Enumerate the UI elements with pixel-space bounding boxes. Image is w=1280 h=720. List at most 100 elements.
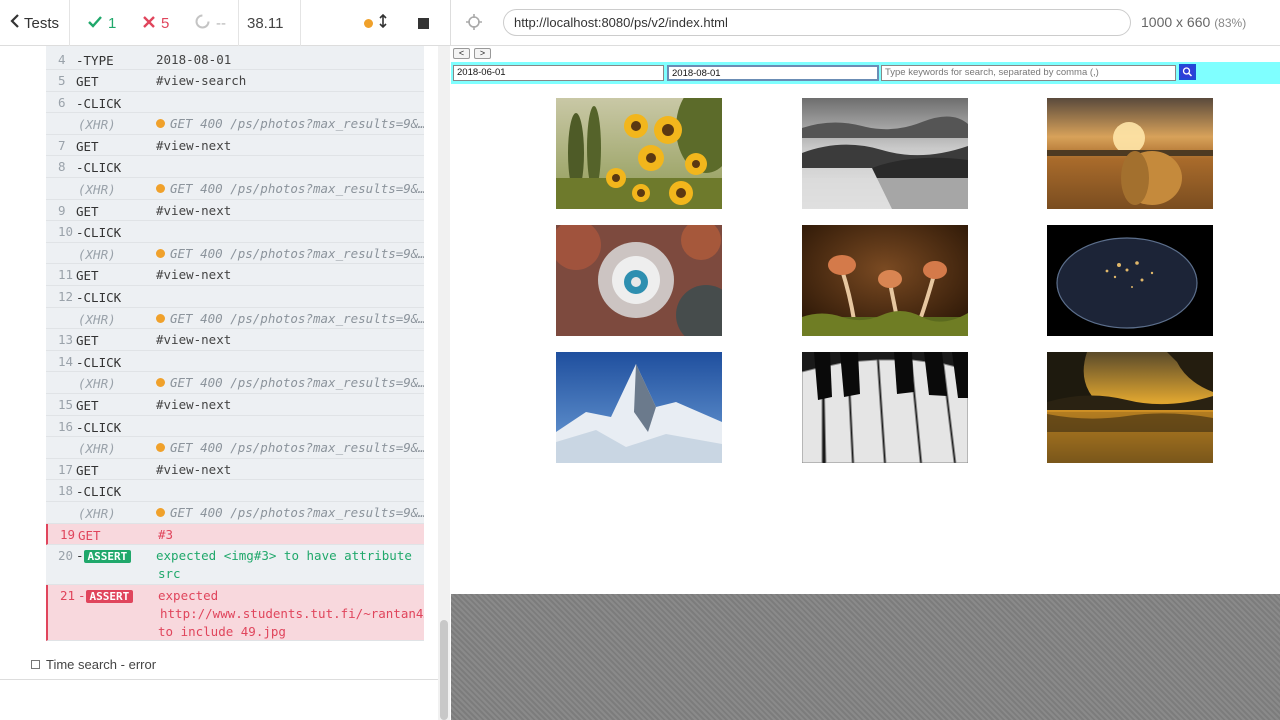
command-name: GET xyxy=(76,74,99,89)
command-name: -CLICK xyxy=(76,95,122,111)
auto-scroll-toggle[interactable] xyxy=(364,0,387,46)
command-message: GET 400 /ps/photos?max_results=9&… xyxy=(156,375,424,390)
command-name: GET xyxy=(76,268,99,284)
xhr-message-text: GET 400 /ps/photos?max_results=9&… xyxy=(170,440,424,456)
command-number: 5 xyxy=(58,73,66,88)
view-nav: < > xyxy=(453,48,491,59)
xhr-status-dot-icon xyxy=(156,248,165,258)
command-message: GET 400 /ps/photos?max_results=9&… xyxy=(156,116,424,131)
command-name: (XHR) xyxy=(78,441,116,457)
scrollbar-track[interactable] xyxy=(438,46,450,720)
photo-matterhorn[interactable] xyxy=(556,352,722,463)
command-number: 4 xyxy=(58,52,66,67)
stop-icon xyxy=(418,17,429,29)
command-message: 2018-08-01 xyxy=(156,52,232,67)
command-row[interactable]: 16 -CLICK xyxy=(46,416,424,438)
xhr-message-text: GET 400 /ps/photos?max_results=9&… xyxy=(170,310,424,326)
selector-playground-icon[interactable] xyxy=(465,13,483,31)
pending-count-value: -- xyxy=(216,14,226,32)
photo-hay-bale-sunset[interactable] xyxy=(1047,98,1213,209)
command-row[interactable]: 13 GET #view-next xyxy=(46,329,424,351)
pending-count: -- xyxy=(195,0,226,46)
command-row[interactable]: 5 GET #view-search xyxy=(46,70,424,92)
command-name: (XHR) xyxy=(78,182,116,197)
viewport-size: 1000 x 660 xyxy=(1141,14,1211,30)
command-name: -CLICK xyxy=(76,225,122,241)
search-button[interactable] xyxy=(1179,64,1196,80)
command-row[interactable]: 17 GET #view-next xyxy=(46,459,424,481)
xhr-message-text: GET 400 /ps/photos?max_results=9&… xyxy=(170,245,424,261)
date-from-input[interactable]: 2018-06-01 xyxy=(453,65,664,81)
command-row[interactable]: 4 -TYPE 2018-08-01 xyxy=(46,48,424,70)
photo-mushrooms[interactable] xyxy=(802,225,968,336)
command-name: (XHR) xyxy=(78,311,116,327)
xhr-log-row[interactable]: (XHR) GET 400 /ps/photos?max_results=9&… xyxy=(46,178,424,200)
xhr-message-text: GET 400 /ps/photos?max_results=9&… xyxy=(170,505,424,520)
stats-bar: Tests 1 5 -- 38.11 xyxy=(0,0,450,46)
command-message: #view-next xyxy=(156,332,232,348)
command-message: GET 400 /ps/photos?max_results=9&… xyxy=(156,440,424,455)
tests-label: Tests xyxy=(23,14,59,32)
photo-earth-at-night[interactable] xyxy=(1047,225,1213,336)
command-row[interactable]: 6 -CLICK xyxy=(46,92,424,114)
tests-back-button[interactable]: Tests xyxy=(0,0,70,46)
command-row[interactable]: 8 -CLICK xyxy=(46,156,424,178)
assert-row-fail[interactable]: 21- ASSERT expected http://www.students.tut… xyxy=(46,585,424,641)
command-name: -CLICK xyxy=(76,160,122,176)
xhr-log-row[interactable]: (XHR) GET 400 /ps/photos?max_results=9&… xyxy=(46,308,424,330)
assert-badge: ASSERT xyxy=(83,550,132,564)
command-row[interactable]: 9 GET #view-next xyxy=(46,200,424,222)
command-row[interactable]: 15 GET #view-next xyxy=(46,394,424,416)
command-name: (XHR) xyxy=(78,376,116,392)
photo-sunflowers[interactable] xyxy=(556,98,722,209)
command-row[interactable]: 12 -CLICK xyxy=(46,286,424,308)
command-name: (XHR) xyxy=(78,117,116,133)
next-button[interactable]: > xyxy=(474,48,491,59)
application-under-test: < > 2018-06-01 2018-08-01 Type keywords … xyxy=(451,46,1280,594)
photo-piano-keys[interactable] xyxy=(802,352,968,463)
command-name: GET xyxy=(76,333,99,349)
command-number: 13 xyxy=(58,332,74,348)
xhr-status-dot-icon xyxy=(156,443,165,453)
photo-misty-valley[interactable] xyxy=(802,98,968,209)
command-number: 16 xyxy=(58,418,74,434)
photo-sunset-lake[interactable] xyxy=(1047,352,1213,463)
command-name: -TYPE xyxy=(76,53,114,68)
photo-dandelion[interactable] xyxy=(556,225,722,336)
xhr-log-row[interactable]: (XHR) GET 400 /ps/photos?max_results=9&… xyxy=(46,502,424,524)
command-name: GET xyxy=(78,527,101,543)
xhr-log-row[interactable]: (XHR) GET 400 /ps/photos?max_results=9&… xyxy=(46,437,424,459)
url-field[interactable]: http://localhost:8080/ps/v2/index.html xyxy=(503,9,1131,36)
command-name: -CLICK xyxy=(76,484,122,500)
assert-row-pass[interactable]: 20- ASSERT expected <img#3> to have attrib… xyxy=(46,545,424,586)
test-title: Time search - error xyxy=(46,657,157,672)
scrollbar-thumb[interactable] xyxy=(440,620,448,720)
chevron-left-icon xyxy=(10,14,20,32)
command-number: 6 xyxy=(58,94,66,110)
date-to-input[interactable]: 2018-08-01 xyxy=(667,65,879,81)
prev-button[interactable]: < xyxy=(453,48,470,59)
command-row[interactable]: 19 GET #3 xyxy=(46,523,424,546)
test-item[interactable]: Time search - error xyxy=(0,650,438,680)
command-message: #view-next xyxy=(156,461,232,477)
command-row[interactable]: 14 -CLICK xyxy=(46,351,424,373)
xhr-status-dot-icon xyxy=(156,184,165,193)
xhr-message-text: GET 400 /ps/photos?max_results=9&… xyxy=(170,375,424,391)
command-row[interactable]: 10 -CLICK xyxy=(46,221,424,243)
command-row[interactable]: 11 GET #view-next xyxy=(46,264,424,286)
x-icon xyxy=(143,15,155,32)
command-row[interactable]: 7 GET #view-next xyxy=(46,135,424,157)
xhr-log-row[interactable]: (XHR) GET 400 /ps/photos?max_results=9&… xyxy=(46,372,424,394)
command-row[interactable]: 18 -CLICK xyxy=(46,480,424,502)
command-message: #view-next xyxy=(156,137,232,153)
stop-button[interactable] xyxy=(418,0,429,46)
xhr-status-dot-icon xyxy=(156,378,165,388)
keywords-input[interactable]: Type keywords for search, separated by c… xyxy=(881,65,1176,81)
xhr-log-row[interactable]: (XHR) GET 400 /ps/photos?max_results=9&… xyxy=(46,243,424,265)
command-number: 18 xyxy=(58,483,74,499)
command-number: 17 xyxy=(58,461,74,477)
xhr-log-row[interactable]: (XHR) GET 400 /ps/photos?max_results=9&… xyxy=(46,113,424,135)
command-number: 12 xyxy=(58,289,74,304)
url-bar: http://localhost:8080/ps/v2/index.html 1… xyxy=(450,0,1280,46)
command-name: -CLICK xyxy=(76,354,122,370)
